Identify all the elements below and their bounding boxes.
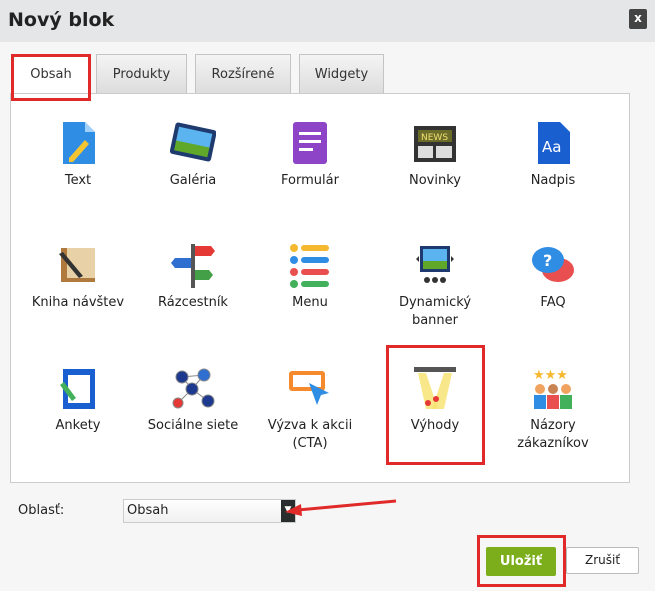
annotation-arrow: [285, 499, 397, 516]
